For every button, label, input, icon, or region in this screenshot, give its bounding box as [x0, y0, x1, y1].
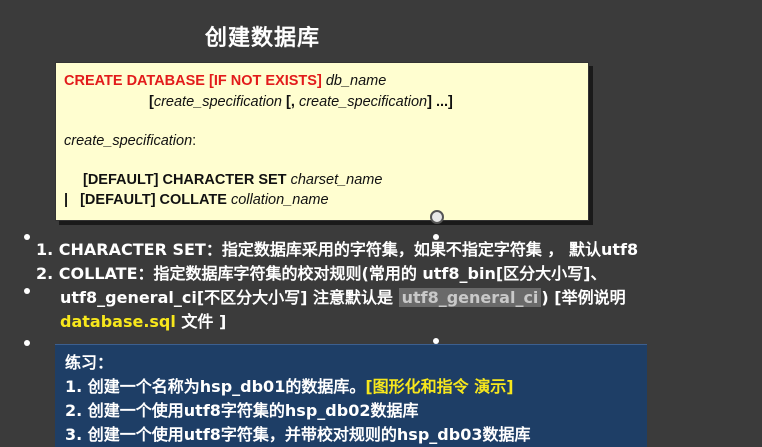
exercise-item-1: 1. 创建一个名称为hsp_db01的数据库。[图形化和指令 演示]: [65, 373, 514, 397]
slide-title: 创建数据库: [205, 26, 321, 51]
charset-name-param: charset_name: [290, 172, 383, 188]
default-charset-keyword: [DEFAULT] CHARACTER SET: [83, 172, 287, 188]
exercise-item-1-highlight: [图形化和指令 演示]: [365, 377, 514, 396]
create-spec-heading: create_specification: [64, 133, 193, 149]
create-database-keyword: CREATE DATABASE: [64, 73, 205, 89]
note-item-file: database.sql 文件 ]: [36, 310, 638, 334]
bullet-dot-icon: [24, 340, 30, 346]
syntax-line-2: [create_specification [, create_specific…: [149, 94, 453, 110]
create-spec-param: create_specification: [298, 94, 428, 110]
colon: :: [192, 133, 197, 149]
exercise-box: 练习： 1. 创建一个名称为hsp_db01的数据库。[图形化和指令 演示] 2…: [55, 344, 647, 447]
if-not-exists-option: [IF NOT EXISTS]: [209, 73, 322, 89]
bracket-sep: [,: [282, 94, 299, 110]
note-item-collate-cont: utf8_general_ci[不区分大小写] 注意默认是 utf8_gener…: [36, 286, 638, 310]
note-item-collate: 2. COLLATE：指定数据库字符集的校对规则(常用的 utf8_bin[区分…: [36, 264, 607, 283]
collation-name-param: collation_name: [230, 192, 329, 208]
syntax-line-5: | [DEFAULT] COLLATE collation_name: [64, 192, 329, 208]
notes-list: 1. CHARACTER SET：指定数据库采用的字符集，如果不指定字符集 ， …: [36, 238, 638, 334]
bracket-close: ] ...]: [427, 94, 453, 110]
exercise-item-2: 2. 创建一个使用utf8字符集的hsp_db02数据库: [65, 401, 419, 420]
syntax-line-1: CREATE DATABASE [IF NOT EXISTS] db_name: [64, 73, 386, 89]
exercise-item-1-text: 1. 创建一个名称为hsp_db01的数据库。: [65, 377, 366, 396]
note-item-charset: 1. CHARACTER SET：指定数据库采用的字符集，如果不指定字符集 ， …: [36, 240, 639, 259]
exercise-title: 练习：: [65, 353, 114, 372]
example-text: ) [举例说明: [541, 288, 626, 307]
file-suffix-text: 文件 ]: [175, 312, 227, 331]
default-collation-highlight: utf8_general_ci: [398, 288, 542, 307]
bullet-dot-icon: [24, 234, 30, 240]
default-collate-keyword: [DEFAULT] COLLATE: [80, 192, 227, 208]
syntax-line-3: create_specification:: [64, 133, 196, 149]
db-name-param: db_name: [325, 73, 387, 89]
exercise-item-3: 3. 创建一个使用utf8字符集，并带校对规则的hsp_db03数据库: [65, 425, 531, 444]
syntax-box: CREATE DATABASE [IF NOT EXISTS] db_name …: [55, 62, 589, 221]
syntax-line-4: [DEFAULT] CHARACTER SET charset_name: [83, 172, 382, 188]
collate-default-text: utf8_general_ci[不区分大小写] 注意默认是: [60, 288, 399, 307]
create-spec-param: create_specification: [153, 94, 283, 110]
pointer-cursor-icon: [430, 210, 444, 224]
pipe-separator: |: [64, 192, 69, 208]
bullet-dot-icon: [24, 288, 30, 294]
sql-file-name: database.sql: [60, 312, 176, 331]
